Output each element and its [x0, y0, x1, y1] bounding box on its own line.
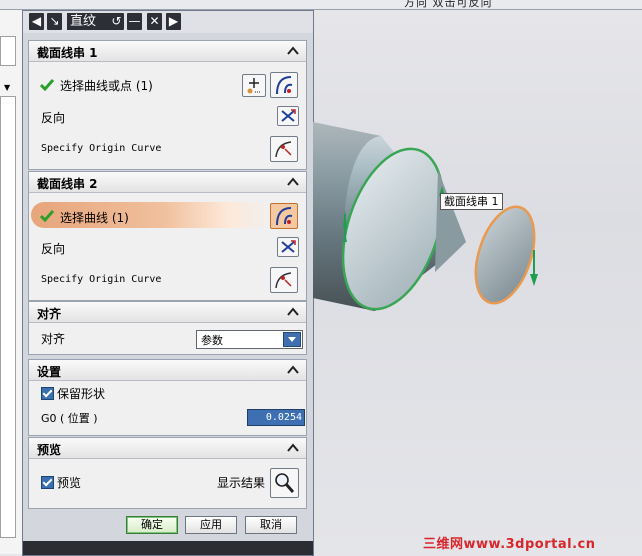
left-panel-strip: ▼: [0, 10, 23, 554]
magnifier-icon: [275, 473, 295, 493]
settings-header[interactable]: 设置: [29, 360, 306, 381]
direction-arrow-icon: [530, 274, 538, 286]
origin-curve-button[interactable]: [270, 267, 298, 293]
alignment-select[interactable]: 参数: [196, 330, 303, 349]
origin-curve-row[interactable]: Specify Origin Curve: [29, 266, 306, 294]
ruled-dialog: ◀ ↘ 直纹 ↺ — ✕ ▶ 截面线串 1 选择曲线或点 (1) 反向 Spec…: [22, 10, 314, 556]
reverse-direction-label: 反向: [41, 242, 66, 256]
reverse-arrows-icon: [281, 240, 296, 253]
alignment-label: 对齐: [41, 332, 66, 346]
section-2-title: 截面线串 2: [37, 177, 98, 191]
alignment-row: 对齐 参数: [29, 326, 306, 354]
viewport-annotation: 截面线串 1: [440, 193, 503, 210]
alignment-title: 对齐: [37, 307, 62, 321]
preview-row: 预览 显示结果: [29, 466, 306, 500]
alignment-value: 参数: [201, 334, 223, 347]
section-alignment: 对齐 对齐 参数: [28, 301, 307, 355]
collapse-caret-icon[interactable]: [286, 44, 300, 58]
select-curve-or-point-row[interactable]: 选择曲线或点 (1): [29, 71, 306, 99]
forward-arrow-icon[interactable]: ▶: [166, 13, 181, 30]
reverse-direction-label: 反向: [41, 111, 66, 125]
origin-curve-label: Specify Origin Curve: [41, 143, 162, 154]
check-mark-icon: [40, 79, 54, 91]
dialog-bottom-bar: [23, 541, 313, 555]
origin-curve-icon: [275, 141, 292, 158]
collapse-caret-icon[interactable]: [286, 175, 300, 189]
preview-label: 预览: [57, 476, 82, 490]
section-1-header[interactable]: 截面线串 1: [29, 41, 306, 62]
left-panel-list[interactable]: [0, 96, 16, 538]
show-result-label: 显示结果: [217, 476, 266, 490]
collapse-caret-icon[interactable]: [286, 363, 300, 377]
g0-tolerance-input[interactable]: 0.0254: [247, 409, 305, 426]
section-preview: 预览 预览 显示结果: [28, 437, 307, 509]
surface-apex: [435, 170, 466, 272]
section-string-1: 截面线串 1 选择曲线或点 (1) 反向 Specify Origin Curv…: [28, 40, 307, 170]
chevron-down-icon[interactable]: [283, 332, 301, 347]
reverse-direction-row[interactable]: 反向: [29, 234, 306, 262]
g0-tolerance-label: G0 ( 位置 ): [41, 412, 98, 425]
collapse-caret-icon[interactable]: [286, 441, 300, 455]
keep-shape-row[interactable]: 保留形状: [29, 382, 306, 404]
cancel-button[interactable]: 取消: [245, 516, 297, 534]
dropdown-arrow-icon[interactable]: ▼: [4, 83, 10, 92]
section-2-header[interactable]: 截面线串 2: [29, 172, 306, 193]
preview-checkbox[interactable]: [41, 476, 54, 489]
section-string-2: 截面线串 2 选择曲线 (1) 反向 Specify Origin Curve: [28, 171, 307, 301]
ok-button[interactable]: 确定: [126, 516, 178, 534]
curve-rule-button[interactable]: [270, 72, 298, 98]
g0-tolerance-row: G0 ( 位置 ) 0.0254: [29, 406, 306, 428]
section-1-title: 截面线串 1: [37, 46, 98, 60]
reverse-direction-row[interactable]: 反向: [29, 103, 306, 131]
select-curve-label: 选择曲线 (1): [60, 211, 129, 225]
graphics-viewport[interactable]: [313, 10, 642, 540]
section-settings: 设置 保留形状 G0 ( 位置 ) 0.0254: [28, 359, 307, 436]
check-mark-icon: [40, 210, 54, 222]
collapse-arrow-icon[interactable]: ↘: [47, 13, 62, 30]
reverse-arrows-icon: [281, 109, 296, 122]
curve-selection-icon: [276, 76, 293, 95]
watermark-text: 三维网www.3dportal.cn: [423, 537, 596, 552]
reverse-direction-button[interactable]: [277, 106, 299, 126]
dialog-titlebar: ◀ ↘ 直纹 ↺ — ✕ ▶: [23, 11, 313, 33]
back-arrow-icon[interactable]: ◀: [29, 13, 44, 30]
top-statusbar: 方向 双击可反向: [0, 0, 642, 10]
reset-icon[interactable]: ↺: [109, 13, 124, 30]
reverse-direction-button[interactable]: [277, 237, 299, 257]
direction-vector-1: [344, 214, 346, 242]
dialog-footer: 确定 应用 取消: [23, 512, 313, 536]
show-result-button[interactable]: [270, 468, 299, 498]
preview-header[interactable]: 预览: [29, 438, 306, 459]
select-curve-or-point-label: 选择曲线或点 (1): [60, 79, 153, 93]
point-dialog-button[interactable]: [242, 74, 266, 97]
point-constructor-icon: [247, 78, 261, 94]
origin-curve-label: Specify Origin Curve: [41, 274, 162, 285]
origin-curve-button[interactable]: [270, 136, 298, 162]
minimize-icon[interactable]: —: [127, 13, 142, 30]
cue-line-text: 方向 双击可反向: [404, 0, 493, 9]
keep-shape-checkbox[interactable]: [41, 387, 54, 400]
preview-title: 预览: [37, 443, 62, 457]
curve-rule-button[interactable]: [270, 203, 298, 229]
curve-selection-icon: [276, 207, 293, 226]
close-icon[interactable]: ✕: [147, 13, 162, 30]
apply-button[interactable]: 应用: [185, 516, 237, 534]
left-panel-cell[interactable]: [0, 36, 16, 66]
settings-title: 设置: [37, 365, 62, 379]
origin-curve-icon: [275, 272, 292, 289]
alignment-header[interactable]: 对齐: [29, 302, 306, 323]
origin-curve-row[interactable]: Specify Origin Curve: [29, 135, 306, 163]
select-curve-row[interactable]: 选择曲线 (1): [29, 200, 306, 232]
keep-shape-label: 保留形状: [57, 387, 106, 401]
collapse-caret-icon[interactable]: [286, 305, 300, 319]
